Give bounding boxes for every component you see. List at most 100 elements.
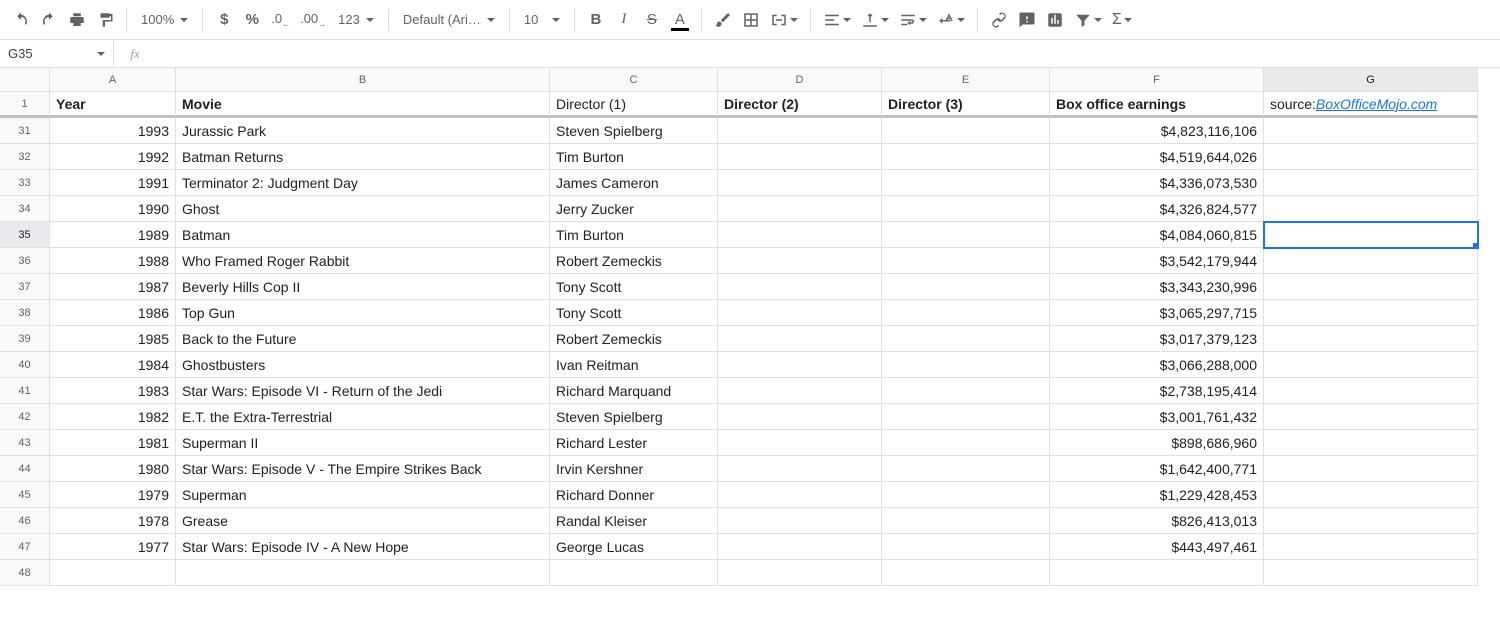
cell[interactable]: source: BoxOfficeMojo.com xyxy=(1264,92,1478,118)
cell[interactable]: 1980 xyxy=(50,456,176,482)
cell[interactable] xyxy=(882,404,1050,430)
cell[interactable]: $4,519,644,026 xyxy=(1050,144,1264,170)
cell[interactable]: $3,001,761,432 xyxy=(1050,404,1264,430)
cell[interactable] xyxy=(1264,248,1478,274)
cell[interactable] xyxy=(718,170,882,196)
cell[interactable]: $826,413,013 xyxy=(1050,508,1264,534)
row-header[interactable]: 37 xyxy=(0,274,50,300)
cell[interactable]: $4,326,824,577 xyxy=(1050,196,1264,222)
cell[interactable] xyxy=(1264,508,1478,534)
cell[interactable]: $1,642,400,771 xyxy=(1050,456,1264,482)
cell[interactable] xyxy=(882,222,1050,248)
cell[interactable] xyxy=(882,196,1050,222)
cell[interactable]: $4,084,060,815 xyxy=(1050,222,1264,248)
cell[interactable]: 1989 xyxy=(50,222,176,248)
row-header[interactable]: 41 xyxy=(0,378,50,404)
merge-cells-button[interactable] xyxy=(766,7,802,33)
row-header[interactable]: 38 xyxy=(0,300,50,326)
cell[interactable] xyxy=(50,560,176,586)
cell[interactable]: $3,542,179,944 xyxy=(1050,248,1264,274)
cell[interactable] xyxy=(718,560,882,586)
cell[interactable] xyxy=(882,248,1050,274)
cell[interactable]: Director (3) xyxy=(882,92,1050,118)
cell[interactable]: Randal Kleiser xyxy=(550,508,718,534)
col-header-F[interactable]: F xyxy=(1050,68,1264,92)
name-box[interactable]: G35 xyxy=(0,40,114,67)
row-header[interactable]: 40 xyxy=(0,352,50,378)
cell[interactable] xyxy=(718,456,882,482)
cell[interactable]: 1984 xyxy=(50,352,176,378)
cell[interactable] xyxy=(718,508,882,534)
cell[interactable]: $3,066,288,000 xyxy=(1050,352,1264,378)
cell[interactable] xyxy=(1264,196,1478,222)
cell[interactable] xyxy=(882,560,1050,586)
row-header[interactable]: 1 xyxy=(0,92,50,118)
select-all-corner[interactable] xyxy=(0,68,50,92)
text-color-button[interactable]: A xyxy=(667,7,693,33)
cell[interactable] xyxy=(718,482,882,508)
row-header[interactable]: 31 xyxy=(0,118,50,144)
number-format-select[interactable]: 123 xyxy=(332,7,380,33)
cell[interactable]: Ghost xyxy=(176,196,550,222)
row-header[interactable]: 48 xyxy=(0,560,50,586)
cell[interactable]: Batman Returns xyxy=(176,144,550,170)
cell[interactable]: Tim Burton xyxy=(550,222,718,248)
cell[interactable] xyxy=(1264,430,1478,456)
cell[interactable]: Director (2) xyxy=(718,92,882,118)
cell[interactable] xyxy=(882,300,1050,326)
cell[interactable]: $3,343,230,996 xyxy=(1050,274,1264,300)
cell[interactable] xyxy=(882,534,1050,560)
cell[interactable] xyxy=(718,196,882,222)
percent-button[interactable]: % xyxy=(239,7,265,33)
row-header[interactable]: 39 xyxy=(0,326,50,352)
cell[interactable] xyxy=(882,274,1050,300)
cell[interactable]: Richard Donner xyxy=(550,482,718,508)
redo-button[interactable] xyxy=(36,7,62,33)
row-header[interactable]: 32 xyxy=(0,144,50,170)
cell[interactable]: $2,738,195,414 xyxy=(1050,378,1264,404)
cell[interactable] xyxy=(882,118,1050,144)
cell[interactable]: Richard Lester xyxy=(550,430,718,456)
cell[interactable] xyxy=(718,118,882,144)
cell[interactable] xyxy=(718,404,882,430)
cell[interactable]: Ivan Reitman xyxy=(550,352,718,378)
col-header-C[interactable]: C xyxy=(550,68,718,92)
cell[interactable] xyxy=(1264,404,1478,430)
cell[interactable]: Who Framed Roger Rabbit xyxy=(176,248,550,274)
cell[interactable] xyxy=(1264,352,1478,378)
cell[interactable]: 1981 xyxy=(50,430,176,456)
cell[interactable] xyxy=(1264,456,1478,482)
row-header[interactable]: 43 xyxy=(0,430,50,456)
cell[interactable]: Director (1) xyxy=(550,92,718,118)
col-header-G[interactable]: G xyxy=(1264,68,1478,92)
cell[interactable] xyxy=(882,430,1050,456)
fill-color-button[interactable] xyxy=(710,7,736,33)
cell[interactable]: Steven Spielberg xyxy=(550,404,718,430)
cell[interactable]: Beverly Hills Cop II xyxy=(176,274,550,300)
cell[interactable]: Grease xyxy=(176,508,550,534)
cell[interactable]: $3,065,297,715 xyxy=(1050,300,1264,326)
cell[interactable]: Robert Zemeckis xyxy=(550,326,718,352)
cell[interactable]: Jurassic Park xyxy=(176,118,550,144)
decrease-decimal-button[interactable]: .0← xyxy=(267,7,294,33)
cell[interactable]: Richard Marquand xyxy=(550,378,718,404)
cell[interactable]: Batman xyxy=(176,222,550,248)
cell[interactable] xyxy=(718,352,882,378)
cell[interactable]: George Lucas xyxy=(550,534,718,560)
cell[interactable] xyxy=(1264,300,1478,326)
cell[interactable]: 1993 xyxy=(50,118,176,144)
font-size-select[interactable]: 10 xyxy=(518,7,566,33)
cell[interactable]: Jerry Zucker xyxy=(550,196,718,222)
cell[interactable]: Back to the Future xyxy=(176,326,550,352)
row-header[interactable]: 34 xyxy=(0,196,50,222)
undo-button[interactable] xyxy=(8,7,34,33)
cell[interactable] xyxy=(1264,482,1478,508)
cell[interactable]: 1978 xyxy=(50,508,176,534)
borders-button[interactable] xyxy=(738,7,764,33)
cell[interactable] xyxy=(718,430,882,456)
cell[interactable]: Superman xyxy=(176,482,550,508)
cell[interactable] xyxy=(1264,118,1478,144)
vertical-align-button[interactable] xyxy=(857,7,893,33)
cell[interactable]: $898,686,960 xyxy=(1050,430,1264,456)
cell[interactable] xyxy=(1264,378,1478,404)
